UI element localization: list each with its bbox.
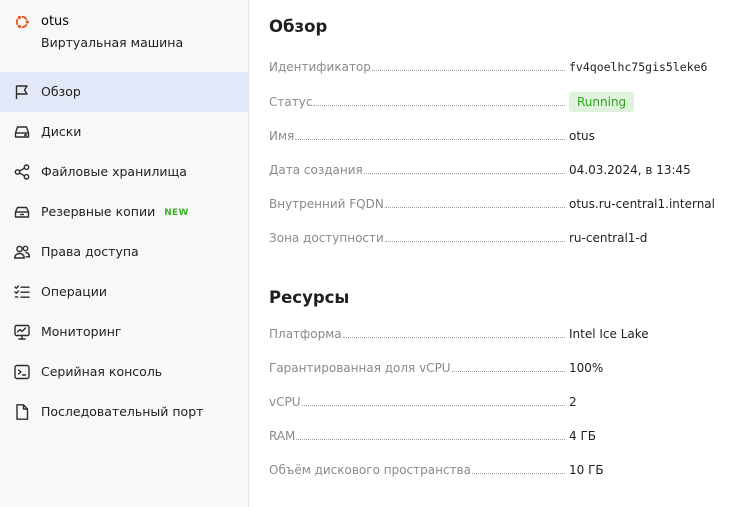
property-key: vCPU [269, 395, 301, 409]
flag-icon [15, 85, 28, 99]
vm-name: otus [41, 14, 70, 29]
creation-date-value: 04.03.2024, в 13:45 [569, 163, 691, 177]
vm-type: Виртуальная машина [41, 35, 184, 50]
sidebar-item-label: Диски [41, 124, 82, 139]
disk-space-value: 10 ГБ [569, 463, 604, 477]
status-badge: Running [569, 92, 635, 112]
property-key: Платформа [269, 327, 342, 341]
sidebar: otus Виртуальная машина Обзор Диски Файл… [0, 0, 249, 507]
overview-section-title: Обзор [269, 17, 328, 36]
sidebar-item-label: Мониторинг [41, 324, 122, 339]
platform-value: Intel Ice Lake [569, 327, 649, 341]
leader-dots [384, 229, 565, 242]
disk-icon [14, 126, 30, 138]
property-key: Идентификатор [269, 60, 371, 74]
property-row-ram: RAM 4 ГБ [269, 426, 749, 446]
property-row-name: Имя otus [269, 126, 749, 146]
sidebar-item-overview[interactable]: Обзор [0, 72, 248, 112]
vcpu-value: 2 [569, 395, 577, 409]
property-row-disk-space: Объём дискового пространства 10 ГБ [269, 460, 749, 480]
sidebar-item-label-text: Резервные копии [41, 204, 156, 219]
document-icon [16, 404, 29, 420]
property-row-platform: Платформа Intel Ice Lake [269, 324, 749, 344]
leader-dots [296, 427, 565, 440]
leader-dots [295, 127, 565, 140]
leader-dots [384, 195, 565, 208]
fqdn-value[interactable]: otus.ru-central1.internal [569, 194, 715, 214]
vcpu-fraction-value: 100% [569, 361, 604, 375]
vm-header: otus Виртуальная машина [0, 0, 248, 72]
sidebar-item-monitoring[interactable]: Мониторинг [0, 312, 248, 352]
property-key: Зона доступности [269, 231, 384, 245]
new-badge: NEW [164, 208, 189, 218]
checklist-icon [14, 285, 30, 298]
sidebar-item-label: Права доступа [41, 244, 139, 259]
share-nodes-icon [14, 164, 30, 180]
property-key: Дата создания [269, 163, 363, 177]
property-key: Внутренний FQDN [269, 197, 384, 211]
sidebar-item-label: Последовательный порт [41, 404, 204, 419]
monitor-chart-icon [14, 324, 30, 340]
backup-icon [14, 206, 30, 218]
vm-name-value: otus [569, 129, 595, 143]
sidebar-item-access-rights[interactable]: Права доступа [0, 232, 248, 272]
property-key: Гарантированная доля vCPU [269, 361, 451, 375]
property-row-created: Дата создания 04.03.2024, в 13:45 [269, 160, 749, 180]
sidebar-item-label: Серийная консоль [41, 364, 163, 379]
property-row-fqdn: Внутренний FQDN otus.ru-central1.interna… [269, 194, 749, 214]
property-key: Объём дискового пространства [269, 463, 471, 477]
leader-dots [371, 58, 565, 71]
property-row-vcpu: vCPU 2 [269, 392, 749, 412]
ubuntu-logo-icon [15, 15, 30, 29]
terminal-icon [14, 364, 30, 380]
property-row-id: Идентификатор fv4qoelhc75gis5leke6 [269, 57, 749, 77]
leader-dots [471, 461, 565, 474]
sidebar-item-disks[interactable]: Диски [0, 112, 248, 152]
leader-dots [342, 325, 565, 338]
main-content: Обзор Идентификатор fv4qoelhc75gis5leke6… [249, 0, 756, 507]
property-row-status: Статус Running [269, 92, 749, 112]
sidebar-item-operations[interactable]: Операции [0, 272, 248, 312]
sidebar-item-backups[interactable]: Резервные копии NEW [0, 192, 248, 232]
sidebar-item-label: Операции [41, 284, 108, 299]
property-key: RAM [269, 429, 296, 443]
leader-dots [301, 393, 565, 406]
users-icon [14, 245, 31, 259]
property-key: Статус [269, 95, 313, 109]
leader-dots [363, 161, 565, 174]
property-row-zone: Зона доступности ru-central1-d [269, 228, 749, 248]
sidebar-item-serial-console[interactable]: Серийная консоль [0, 352, 248, 392]
sidebar-item-file-storages[interactable]: Файловые хранилища [0, 152, 248, 192]
leader-dots [451, 359, 565, 372]
sidebar-item-serial-port[interactable]: Последовательный порт [0, 392, 248, 432]
sidebar-item-label: Файловые хранилища [41, 164, 187, 179]
leader-dots [313, 93, 565, 106]
property-key: Имя [269, 129, 295, 143]
resources-section-title: Ресурсы [269, 288, 350, 307]
sidebar-item-label: Обзор [41, 84, 81, 99]
ram-value: 4 ГБ [569, 429, 596, 443]
property-row-vcpu-fraction: Гарантированная доля vCPU 100% [269, 358, 749, 378]
vm-id-value[interactable]: fv4qoelhc75gis5leke6 [569, 57, 707, 77]
sidebar-item-label: Резервные копии NEW [41, 204, 189, 221]
zone-value: ru-central1-d [569, 231, 648, 245]
